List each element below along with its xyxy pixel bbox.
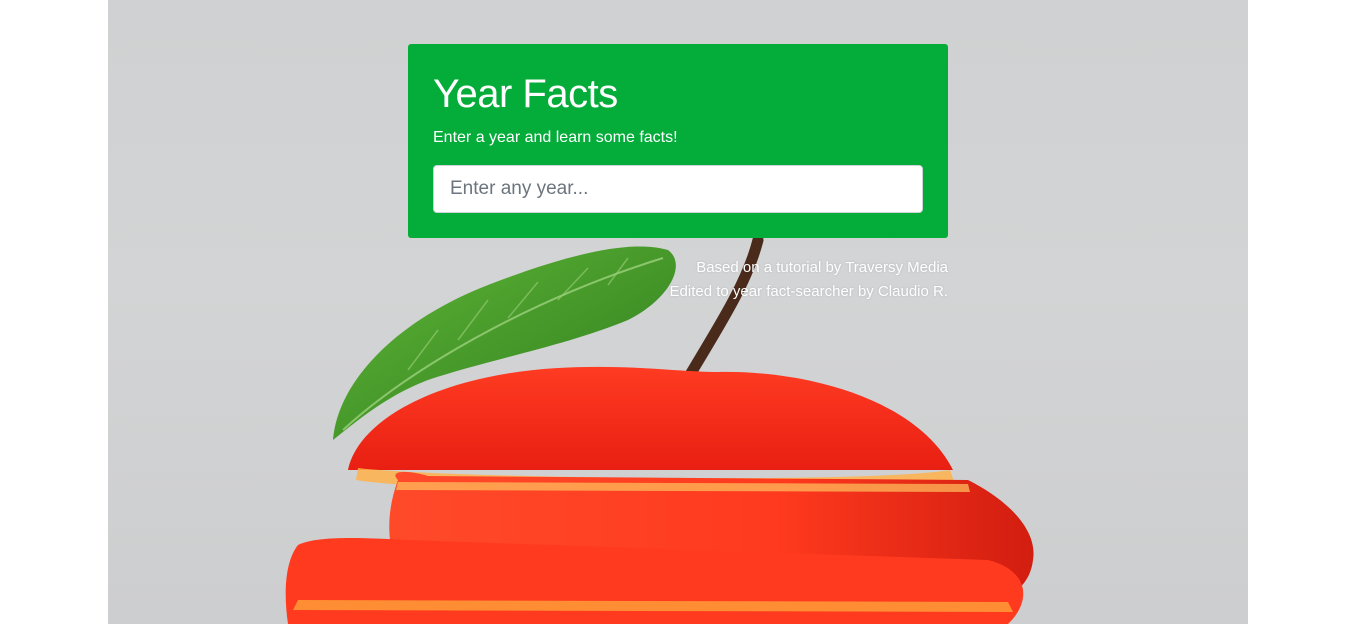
- year-facts-card: Year Facts Enter a year and learn some f…: [408, 44, 948, 238]
- page-subtitle: Enter a year and learn some facts!: [433, 129, 678, 146]
- credits: Based on a tutorial by Traversy Media Ed…: [560, 256, 948, 304]
- page-title: Year Facts: [433, 72, 618, 116]
- credit-line-tutorial: Based on a tutorial by Traversy Media: [696, 259, 948, 276]
- credit-line-author: Edited to year fact-searcher by Claudio …: [669, 283, 948, 300]
- year-search-input[interactable]: [433, 165, 923, 213]
- apple-top-slice: [348, 366, 953, 470]
